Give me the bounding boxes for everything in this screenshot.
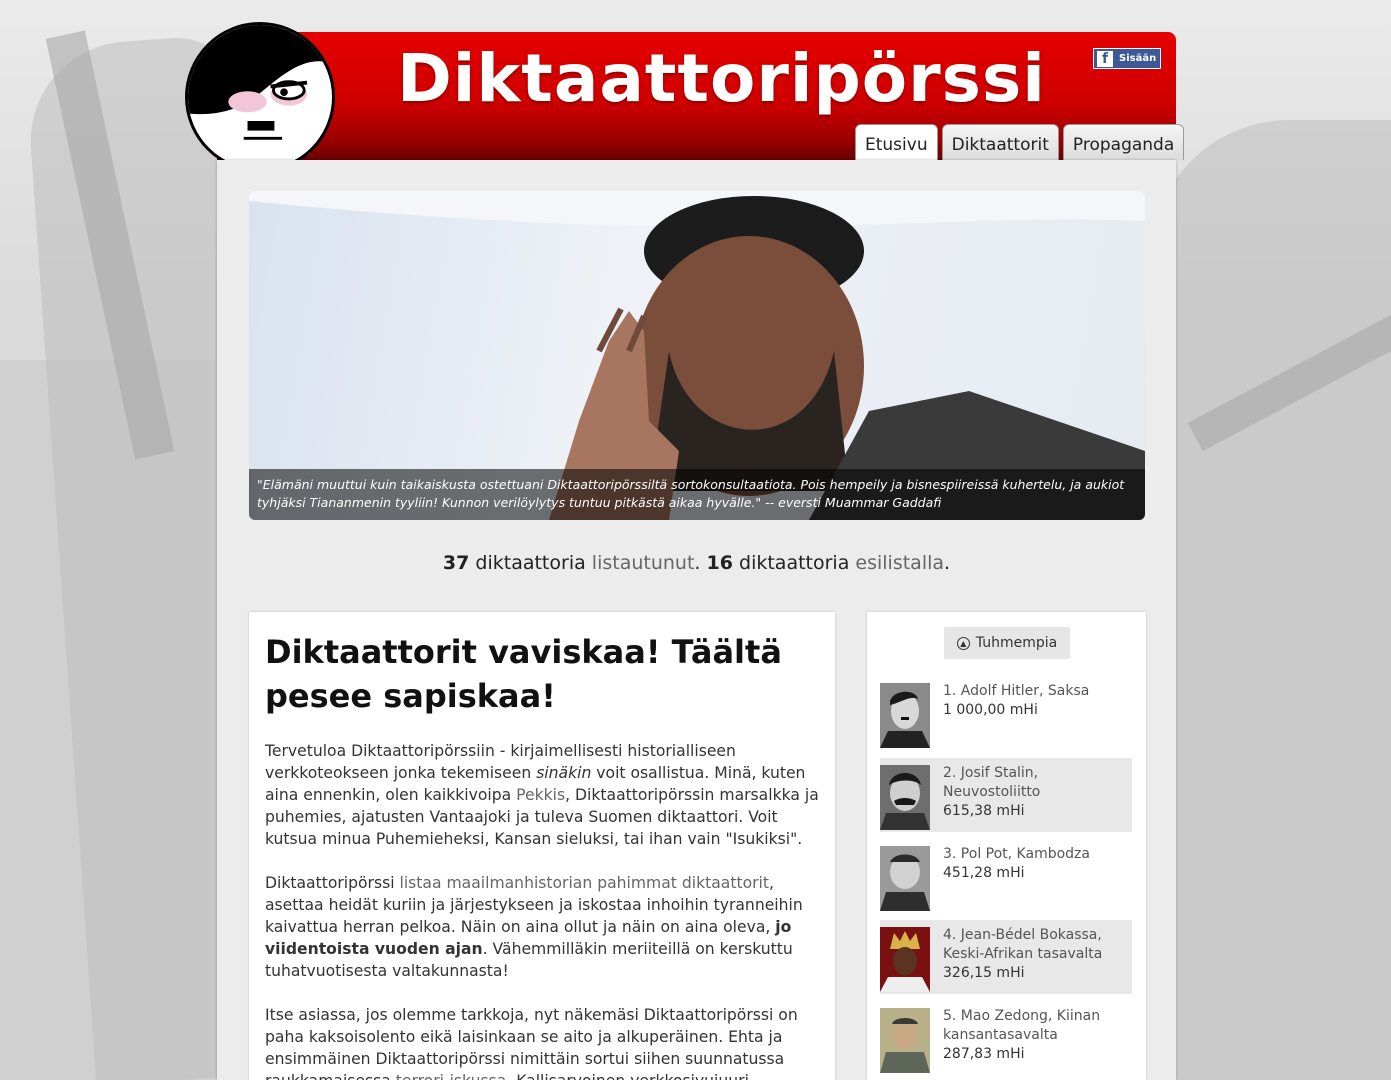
more-button-label: Tuhmempia [975, 635, 1058, 651]
dictator-photo [880, 927, 930, 992]
article-paragraph: Tervetuloa Diktaattoripörssiin - kirjaim… [265, 742, 819, 848]
pekkis-link[interactable]: Pekkis [516, 786, 565, 804]
listed-count: 37 [442, 552, 470, 574]
dictators-list-link[interactable]: listaa maailmanhistorian pahimmat diktaa… [400, 874, 770, 892]
ranking-score: 615,38 mHi [943, 803, 1025, 819]
facebook-login-button[interactable]: f Sisään [1093, 48, 1161, 69]
tab-etusivu[interactable]: Etusivu [855, 124, 938, 160]
site-title[interactable]: Diktaattoripörssi [397, 40, 1046, 117]
ranking-name[interactable]: 2. Josif Stalin, Neuvostoliitto [943, 765, 1040, 800]
arrow-up-circle-icon: ▲ [956, 636, 970, 650]
site-header: Diktaattoripörssi f Sisään Etusivu Dikta… [217, 32, 1185, 160]
ranking-name[interactable]: 1. Adolf Hitler, Saksa [943, 683, 1089, 699]
facebook-icon: f [1097, 50, 1113, 67]
ranking-score: 287,83 mHi [943, 1046, 1025, 1062]
ranking-item[interactable]: 4. Jean-Bédel Bokassa, Keski-Afrikan tas… [880, 920, 1132, 994]
ranking-name[interactable]: 5. Mao Zedong, Kiinan kansantasavalta [943, 1008, 1100, 1043]
article-heading: Diktaattorit vaviskaa! Täältä pesee sapi… [265, 633, 782, 715]
dictator-photo [880, 765, 930, 830]
ranking-item[interactable]: 1. Adolf Hitler, Saksa 1 000,00 mHi [880, 676, 1132, 750]
ranking-sidebar: ▲ Tuhmempia 1. Adolf Hitler, Saksa 1 000… [867, 612, 1146, 1080]
tab-propaganda[interactable]: Propaganda [1062, 124, 1185, 160]
main-nav: Etusivu Diktaattorit Propaganda [855, 124, 1185, 160]
article: Diktaattorit vaviskaa! Täältä pesee sapi… [249, 612, 835, 1080]
hero-banner: "Elämäni muuttui kuin taikaiskusta ostet… [249, 191, 1145, 520]
listed-link[interactable]: listautunut [592, 552, 695, 574]
ranking-name[interactable]: 4. Jean-Bédel Bokassa, Keski-Afrikan tas… [943, 927, 1102, 962]
ranking-score: 326,15 mHi [943, 965, 1025, 981]
pre-text: diktaattoria [739, 552, 850, 574]
article-paragraph: Itse asiassa, jos olemme tarkkoja, nyt n… [265, 1004, 819, 1080]
prelist-link[interactable]: esilistalla [855, 552, 944, 574]
ranking-score: 451,28 mHi [943, 865, 1025, 881]
pre-count: 16 [706, 552, 733, 574]
ranking-item[interactable]: 3. Pol Pot, Kambodza 451,28 mHi [880, 839, 1132, 913]
hero-caption: "Elämäni muuttui kuin taikaiskusta ostet… [249, 469, 1145, 520]
dictator-photo [880, 846, 930, 911]
ranking-name[interactable]: 3. Pol Pot, Kambodza [943, 846, 1090, 862]
ranking-score: 1 000,00 mHi [943, 702, 1038, 718]
ranking-item[interactable]: 5. Mao Zedong, Kiinan kansantasavalta 28… [880, 1001, 1132, 1075]
dictator-photo [880, 1008, 930, 1073]
tab-diktaattorit[interactable]: Diktaattorit [941, 124, 1059, 160]
facebook-login-label: Sisään [1119, 53, 1157, 64]
stats-line: 37 diktaattoria listautunut. 16 diktaatt… [442, 552, 951, 574]
site-logo[interactable] [185, 22, 335, 172]
article-paragraph: Diktaattoripörssi listaa maailmanhistori… [265, 874, 803, 980]
content-panel: "Elämäni muuttui kuin taikaiskusta ostet… [217, 160, 1176, 1080]
dictator-photo [880, 683, 930, 748]
terror-attack-link[interactable]: terrori-iskussa [396, 1072, 507, 1080]
listed-text: diktaattoria [475, 552, 586, 574]
ranking-item[interactable]: 2. Josif Stalin, Neuvostoliitto 615,38 m… [880, 758, 1132, 832]
more-button[interactable]: ▲ Tuhmempia [944, 627, 1070, 659]
